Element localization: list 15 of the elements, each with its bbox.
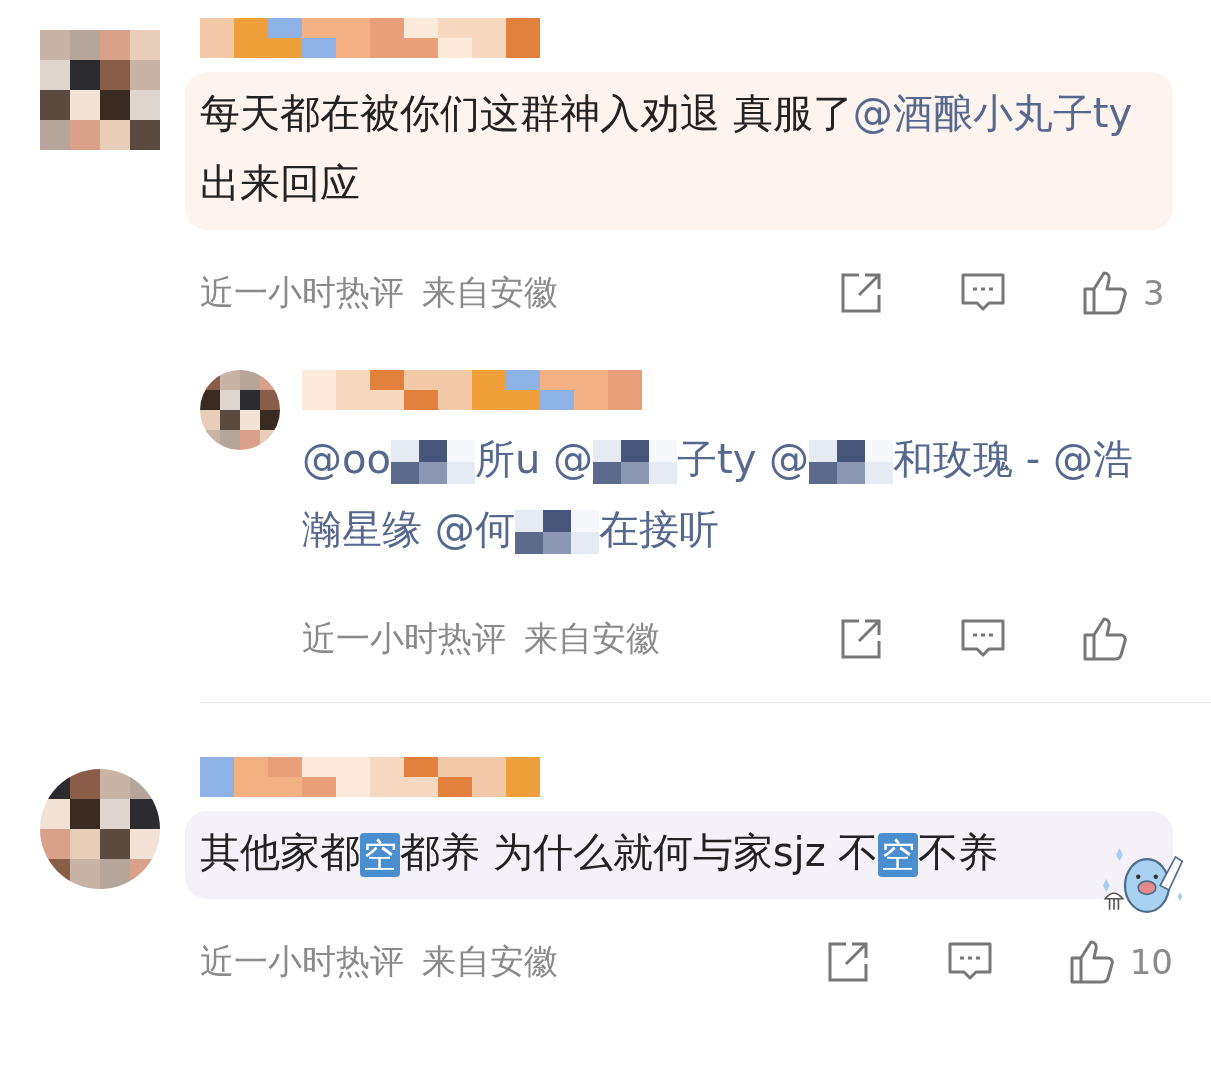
comment-location: 来自安徽 [524, 617, 660, 660]
comment-text: @oo 所u @ 子ty @ 和玫瑰 - @浩瀚星缘 @何 在接听 [302, 435, 1134, 556]
avatar[interactable] [200, 370, 280, 450]
avatar[interactable] [40, 30, 160, 150]
like-icon[interactable] [1081, 615, 1129, 663]
comment-text: 每天都在被你们这群神入劝退 真服了@酒酿小丸子ty 出来回应 [200, 89, 1134, 208]
like-count: 10 [1129, 942, 1173, 982]
comment-location: 来自安徽 [422, 271, 558, 314]
comment-location: 来自安徽 [422, 940, 558, 983]
avatar[interactable] [40, 769, 160, 889]
like-count: 3 [1143, 273, 1165, 313]
comment-time: 近一小时热评 [200, 940, 404, 983]
comment-time: 近一小时热评 [302, 617, 506, 660]
comment-time: 近一小时热评 [200, 271, 404, 314]
like-icon[interactable] [1081, 269, 1129, 317]
